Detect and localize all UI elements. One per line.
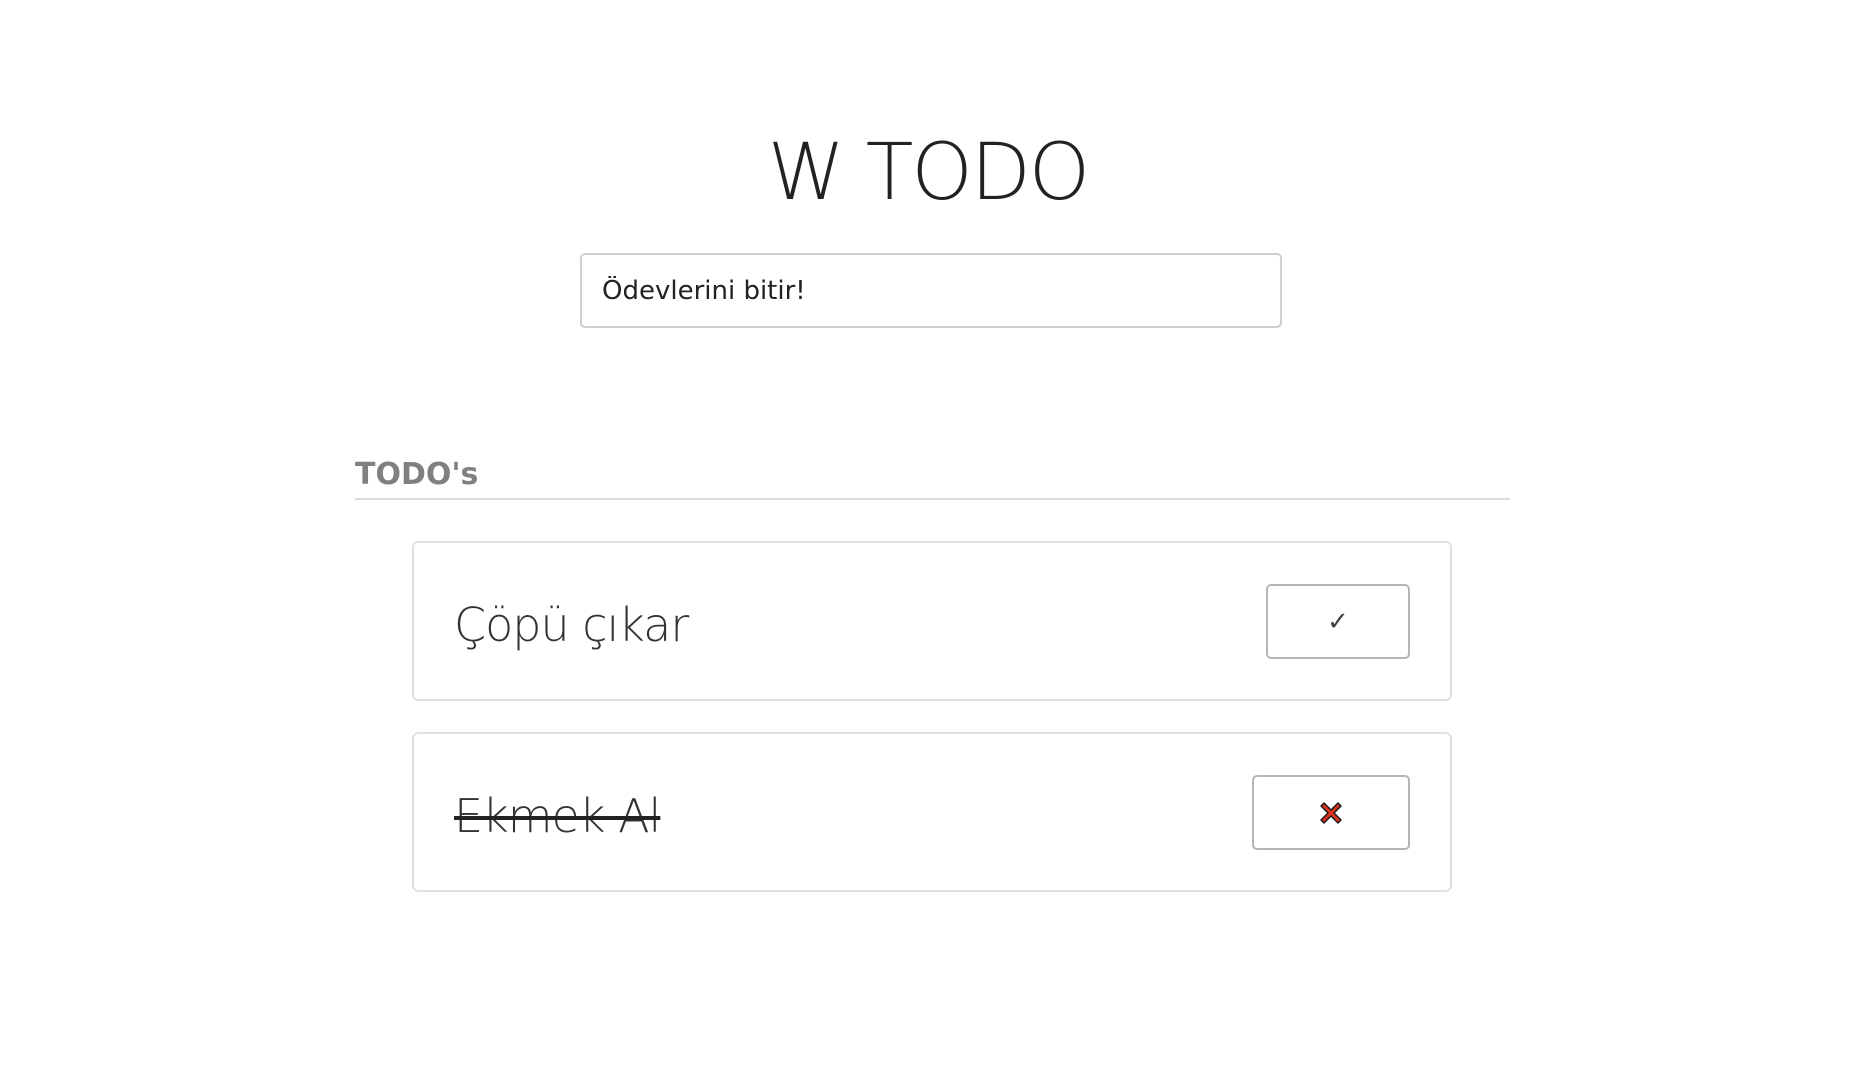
todo-item: Çöpü çıkar ✓ <box>412 541 1452 701</box>
section-divider <box>355 498 1510 500</box>
check-icon: ✓ <box>1327 606 1349 637</box>
cross-icon <box>1320 801 1342 824</box>
todo-item-text: Çöpü çıkar <box>454 598 689 652</box>
todo-list: Çöpü çıkar ✓ Ekmek Al <box>412 541 1452 923</box>
new-todo-input[interactable] <box>580 253 1282 328</box>
todo-item: Ekmek Al <box>412 732 1452 892</box>
todos-section-title: TODO's <box>355 457 479 492</box>
complete-todo-button[interactable]: ✓ <box>1266 584 1410 659</box>
todo-item-text: Ekmek Al <box>454 789 661 843</box>
app-title: W TODO <box>767 128 1090 218</box>
delete-todo-button[interactable] <box>1252 775 1410 850</box>
